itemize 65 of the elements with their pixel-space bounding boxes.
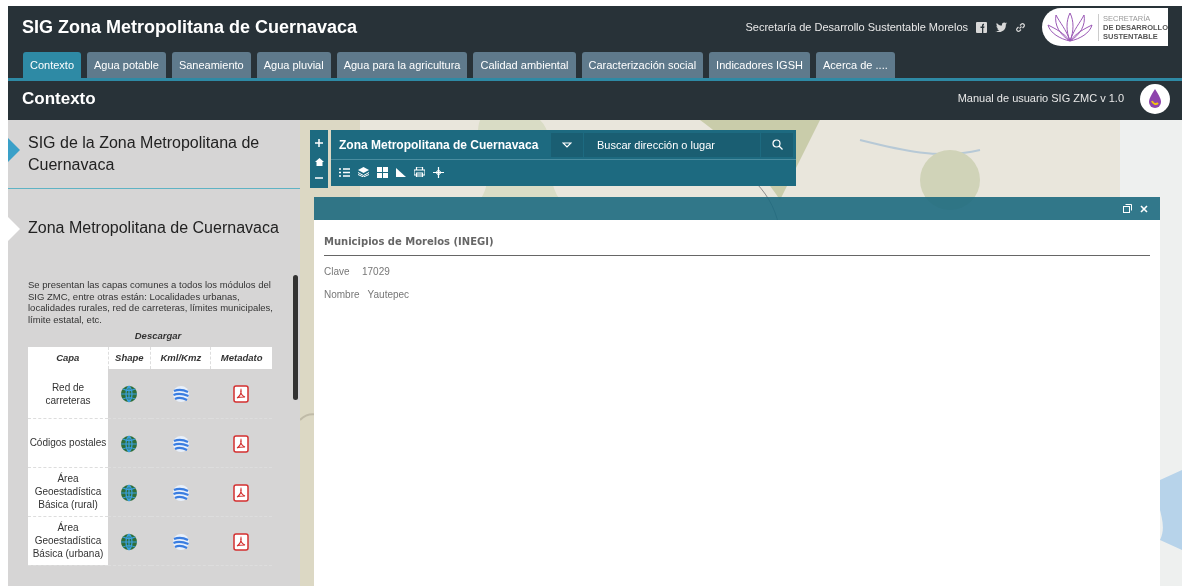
search-field[interactable]: Buscar dirección o lugar [584,132,760,157]
water-drop-logo [1140,83,1170,114]
list-icon[interactable] [339,167,350,177]
field-label: Clave [324,265,351,279]
app-title: SIG Zona Metropolitana de Cuernavaca [22,15,358,39]
globe-icon[interactable] [120,434,139,453]
layers-icon[interactable] [358,167,369,177]
nav-tab[interactable]: Indicadores IGSH [709,52,810,78]
nav-tab[interactable]: Agua pluvial [256,52,331,78]
pdf-icon[interactable] [233,434,250,453]
nav-tab[interactable]: Agua para la agricultura [336,52,468,78]
print-icon[interactable] [414,167,425,177]
field-value: Yautepec [367,288,410,302]
section-title[interactable]: Zona Metropolitana de Cuernavaca [28,217,280,239]
dock-icon[interactable] [1123,204,1132,213]
measure-icon[interactable] [396,167,406,177]
facebook-icon[interactable] [976,21,987,33]
scrollbar[interactable] [293,275,298,400]
home-icon[interactable] [314,158,324,166]
column-header: Shape [108,347,151,370]
manual-link[interactable]: Manual de usuario SIG ZMC v 1.0 [957,90,1124,107]
table-cell: Área Geoestadística Básica (urbana) [28,516,108,566]
section-title[interactable]: SIG de la Zona Metropolitana de Cuernavaca [28,132,280,176]
globe-icon[interactable] [120,483,139,502]
gallery-icon[interactable] [377,166,388,178]
earth-icon[interactable] [171,385,190,404]
field-label: Nombre [324,288,360,302]
twitter-icon[interactable] [995,22,1007,32]
table-cell: Red de carreteras [28,369,108,419]
nav-tab[interactable]: Acerca de .... [815,52,895,78]
field-value: 17029 [362,265,390,279]
close-icon[interactable] [1140,204,1148,213]
globe-icon[interactable] [120,385,139,404]
search-button[interactable] [761,132,793,157]
nav-tab[interactable]: Calidad ambiental [473,52,576,78]
table-cell: Área Geoestadística Básica (rural) [28,467,108,517]
lotus-icon [1046,11,1094,43]
nav-tab[interactable]: Saneamiento [171,52,251,78]
page-heading: Contexto [22,87,96,110]
pdf-icon[interactable] [233,385,250,404]
pdf-icon[interactable] [233,532,250,551]
nav-tab[interactable]: Contexto [23,52,82,78]
table-cell: Códigos postales [28,418,108,468]
earth-icon[interactable] [171,532,190,551]
move-icon[interactable] [433,166,444,178]
zoom-out-icon[interactable] [315,176,323,179]
map-title: Zona Metropolitana de Cuernavaca [338,136,540,154]
pdf-icon[interactable] [233,483,250,502]
column-header: Capa [28,347,108,370]
zoom-in-icon[interactable] [315,139,323,148]
table-caption: Descargar [133,329,183,343]
earth-icon[interactable] [171,483,190,502]
description-text: Se presentan las capas comunes a todos los módulos del SIG ZMC, entre otras están: Localidades urbanas, localidades rurales, red de carreteras, límites municipales, límite estatal, etc. [27,278,274,325]
nav-tab[interactable]: Caracterización social [581,52,704,78]
organization-name: Secretaría de Desarrollo Sustentable Morelos [745,19,968,35]
dropdown-button[interactable] [551,132,583,157]
search-icon [771,139,783,150]
column-header: Kml/Kmz [150,347,211,370]
earth-icon[interactable] [171,434,190,453]
nav-tab[interactable]: Agua potable [87,52,166,78]
popup-title: Municipios de Morelos (INEGI) [324,234,1150,256]
link-icon[interactable] [1015,21,1026,33]
caret-icon [562,141,572,148]
globe-icon[interactable] [120,532,139,551]
column-header: Metadato [210,347,272,370]
